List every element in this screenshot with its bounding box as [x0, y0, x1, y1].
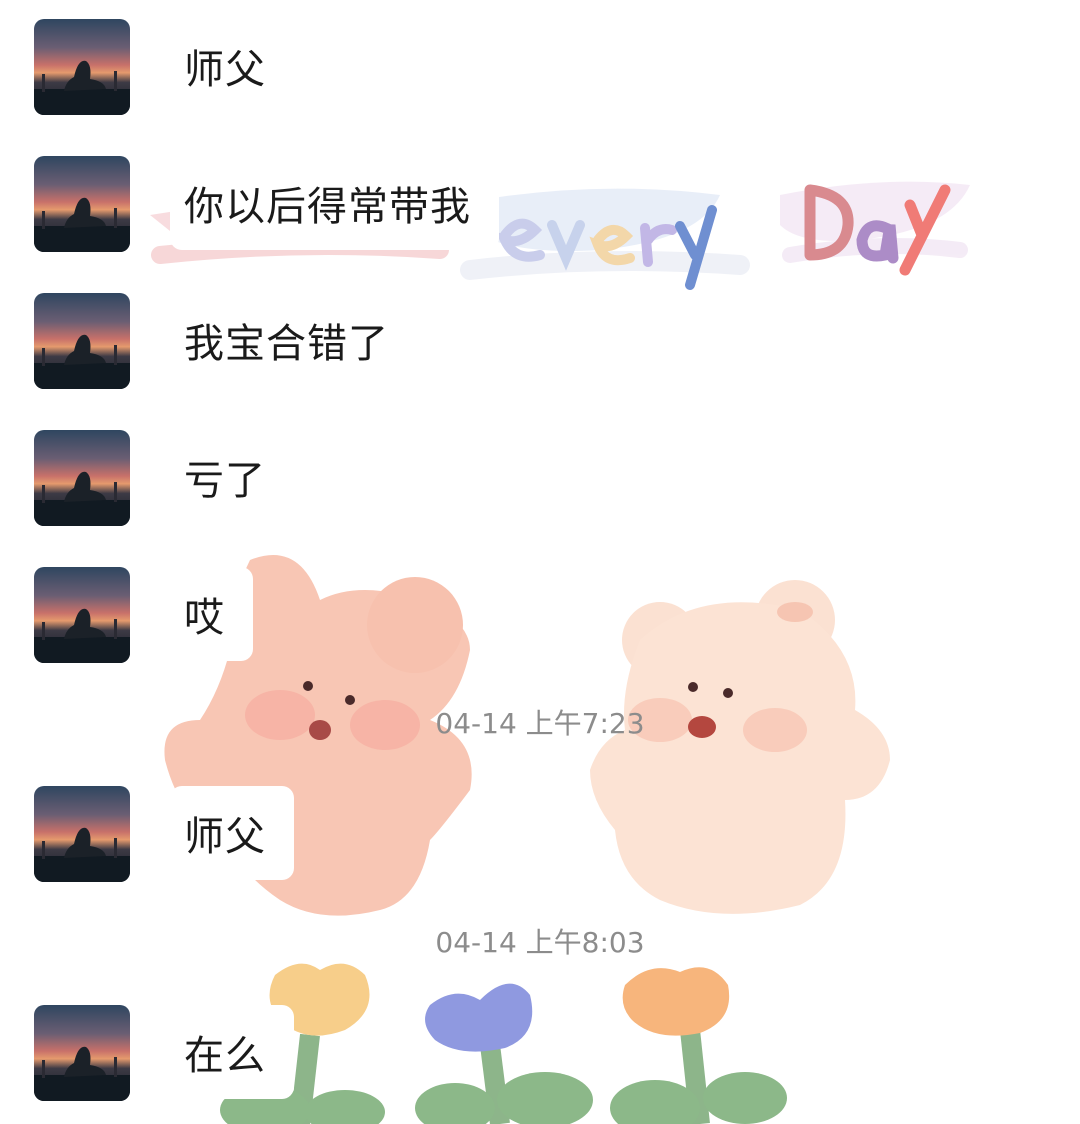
message-bubble[interactable]: 师父 — [170, 19, 294, 113]
chat-window[interactable]: 师父 你以后得常带我 我宝合错了 亏了 哎 04-14 上午7:23 师父 04… — [0, 0, 1080, 1124]
avatar-image — [34, 827, 130, 882]
contact-avatar[interactable] — [34, 19, 130, 115]
avatar-image — [34, 197, 130, 252]
avatar-image — [34, 471, 130, 526]
message-row: 师父 — [0, 786, 1080, 886]
contact-avatar[interactable] — [34, 567, 130, 663]
message-bubble[interactable]: 哎 — [170, 567, 253, 661]
message-text: 在么 — [184, 1033, 266, 1079]
contact-avatar[interactable] — [34, 430, 130, 526]
contact-avatar[interactable] — [34, 786, 130, 882]
message-timestamp: 04-14 上午8:03 — [435, 926, 645, 959]
message-bubble[interactable]: 你以后得常带我 — [170, 156, 499, 250]
message-text: 我宝合错了 — [184, 321, 389, 367]
contact-avatar[interactable] — [34, 1005, 130, 1101]
contact-avatar[interactable] — [34, 293, 130, 389]
message-bubble[interactable]: 在么 — [170, 1005, 294, 1099]
message-bubble[interactable]: 亏了 — [170, 430, 294, 524]
message-row: 亏了 — [0, 430, 1080, 530]
message-row: 在么 — [0, 1005, 1080, 1105]
message-bubble[interactable]: 师父 — [170, 786, 294, 880]
message-text: 师父 — [184, 47, 266, 93]
message-timestamp: 04-14 上午7:23 — [435, 707, 645, 740]
message-text: 亏了 — [184, 458, 266, 504]
avatar-image — [34, 334, 130, 389]
avatar-image — [34, 1046, 130, 1101]
avatar-image — [34, 608, 130, 663]
message-text: 你以后得常带我 — [184, 184, 471, 230]
avatar-image — [34, 60, 130, 115]
contact-avatar[interactable] — [34, 156, 130, 252]
message-row: 你以后得常带我 — [0, 156, 1080, 256]
message-bubble[interactable]: 我宝合错了 — [170, 293, 417, 387]
message-row: 哎 — [0, 567, 1080, 667]
message-text: 哎 — [184, 595, 225, 641]
message-row: 我宝合错了 — [0, 293, 1080, 393]
message-row: 师父 — [0, 19, 1080, 119]
message-text: 师父 — [184, 814, 266, 860]
